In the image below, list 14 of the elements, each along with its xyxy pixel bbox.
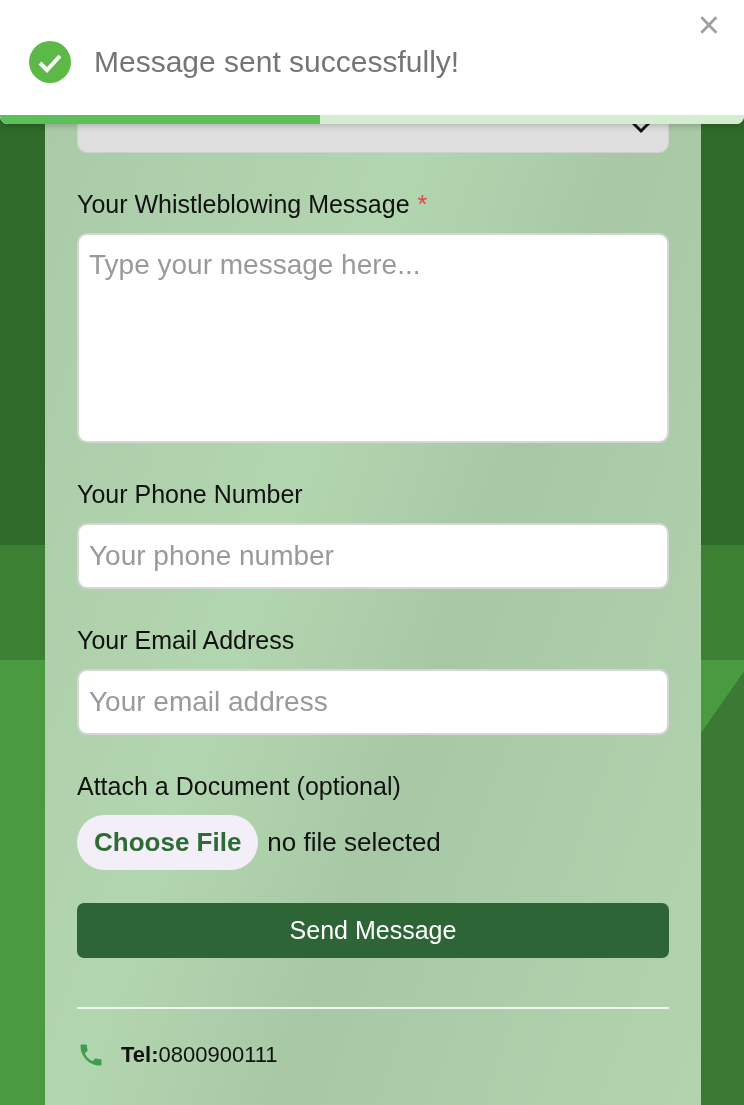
field-label: Attach a Document (optional) <box>77 772 402 801</box>
message-field[interactable]: Type your message here... <box>77 233 669 443</box>
field-label: Your Phone Number <box>77 480 304 509</box>
telephone-number: Tel:0800900111 <box>121 1042 278 1068</box>
field-label: Your Email Address <box>77 626 296 655</box>
send-message-button[interactable]: Send Message <box>77 903 669 958</box>
input-field[interactable]: Your email address <box>77 669 669 735</box>
toast-message: Message sent successfully! <box>94 45 460 79</box>
close-button[interactable]: × <box>697 6 720 44</box>
choose-file-button[interactable]: Choose File <box>77 815 259 870</box>
check-circle-icon <box>28 40 72 84</box>
file-status: no file selected <box>267 827 441 858</box>
field-label: Your Whistleblowing Message * <box>77 190 429 219</box>
input-field[interactable]: Your phone number <box>77 523 669 589</box>
